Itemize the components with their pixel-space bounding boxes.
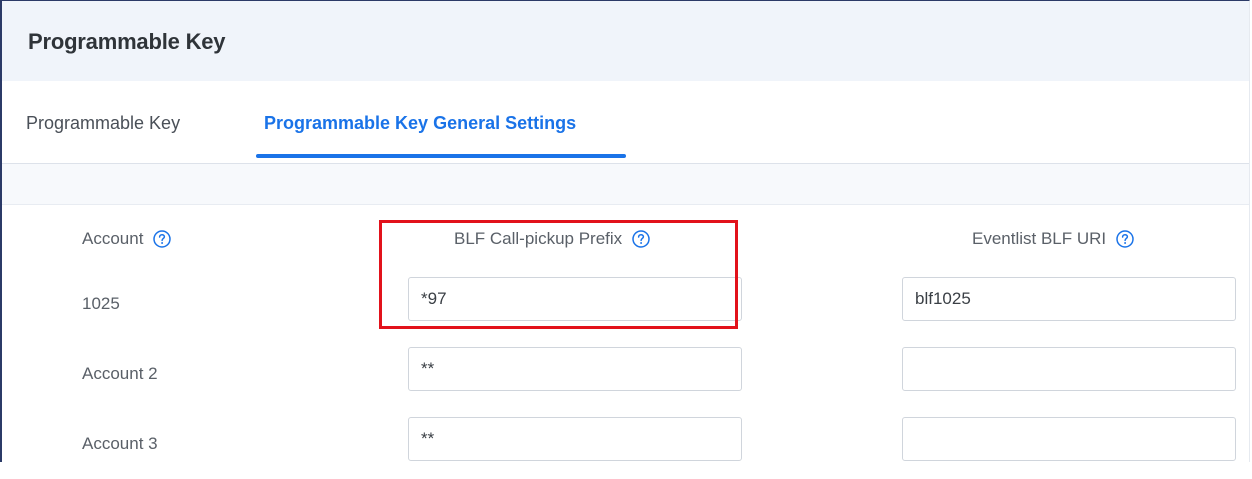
table-row: Account 2 — [2, 339, 1249, 409]
eventlist-blf-uri-input[interactable] — [902, 277, 1236, 321]
table-row: Account 3 — [2, 409, 1249, 479]
column-header-prefix: BLF Call-pickup Prefix — [454, 229, 650, 249]
tab-programmable-key-general-settings[interactable]: Programmable Key General Settings — [264, 113, 576, 134]
active-tab-indicator — [256, 154, 626, 158]
column-header-account-label: Account — [82, 229, 144, 248]
blf-call-pickup-prefix-input[interactable] — [408, 347, 742, 391]
account-label: 1025 — [82, 294, 120, 313]
settings-table: Account BLF Call-pickup Prefix Eventlist… — [2, 205, 1249, 462]
blf-call-pickup-prefix-input[interactable] — [408, 417, 742, 461]
page-title: Programmable Key — [28, 29, 226, 54]
help-icon[interactable] — [632, 230, 650, 248]
help-icon[interactable] — [1116, 230, 1134, 248]
tab-programmable-key[interactable]: Programmable Key — [26, 113, 180, 134]
column-header-uri: Eventlist BLF URI — [972, 229, 1134, 249]
table-row: 1025 — [2, 269, 1249, 339]
help-icon[interactable] — [153, 230, 172, 248]
section-spacer — [2, 164, 1249, 205]
blf-call-pickup-prefix-input[interactable] — [408, 277, 742, 321]
column-header-uri-label: Eventlist BLF URI — [972, 229, 1107, 248]
settings-panel: Programmable Key Programmable Key Progra… — [0, 0, 1250, 462]
tab-bar: Programmable Key Programmable Key Genera… — [2, 81, 1249, 164]
column-header-account: Account — [82, 229, 172, 249]
column-header-prefix-label: BLF Call-pickup Prefix — [454, 229, 623, 248]
eventlist-blf-uri-input[interactable] — [902, 347, 1236, 391]
account-label: Account 2 — [82, 364, 158, 383]
account-label: Account 3 — [82, 434, 158, 453]
page-header: Programmable Key — [2, 1, 1249, 82]
eventlist-blf-uri-input[interactable] — [902, 417, 1236, 461]
